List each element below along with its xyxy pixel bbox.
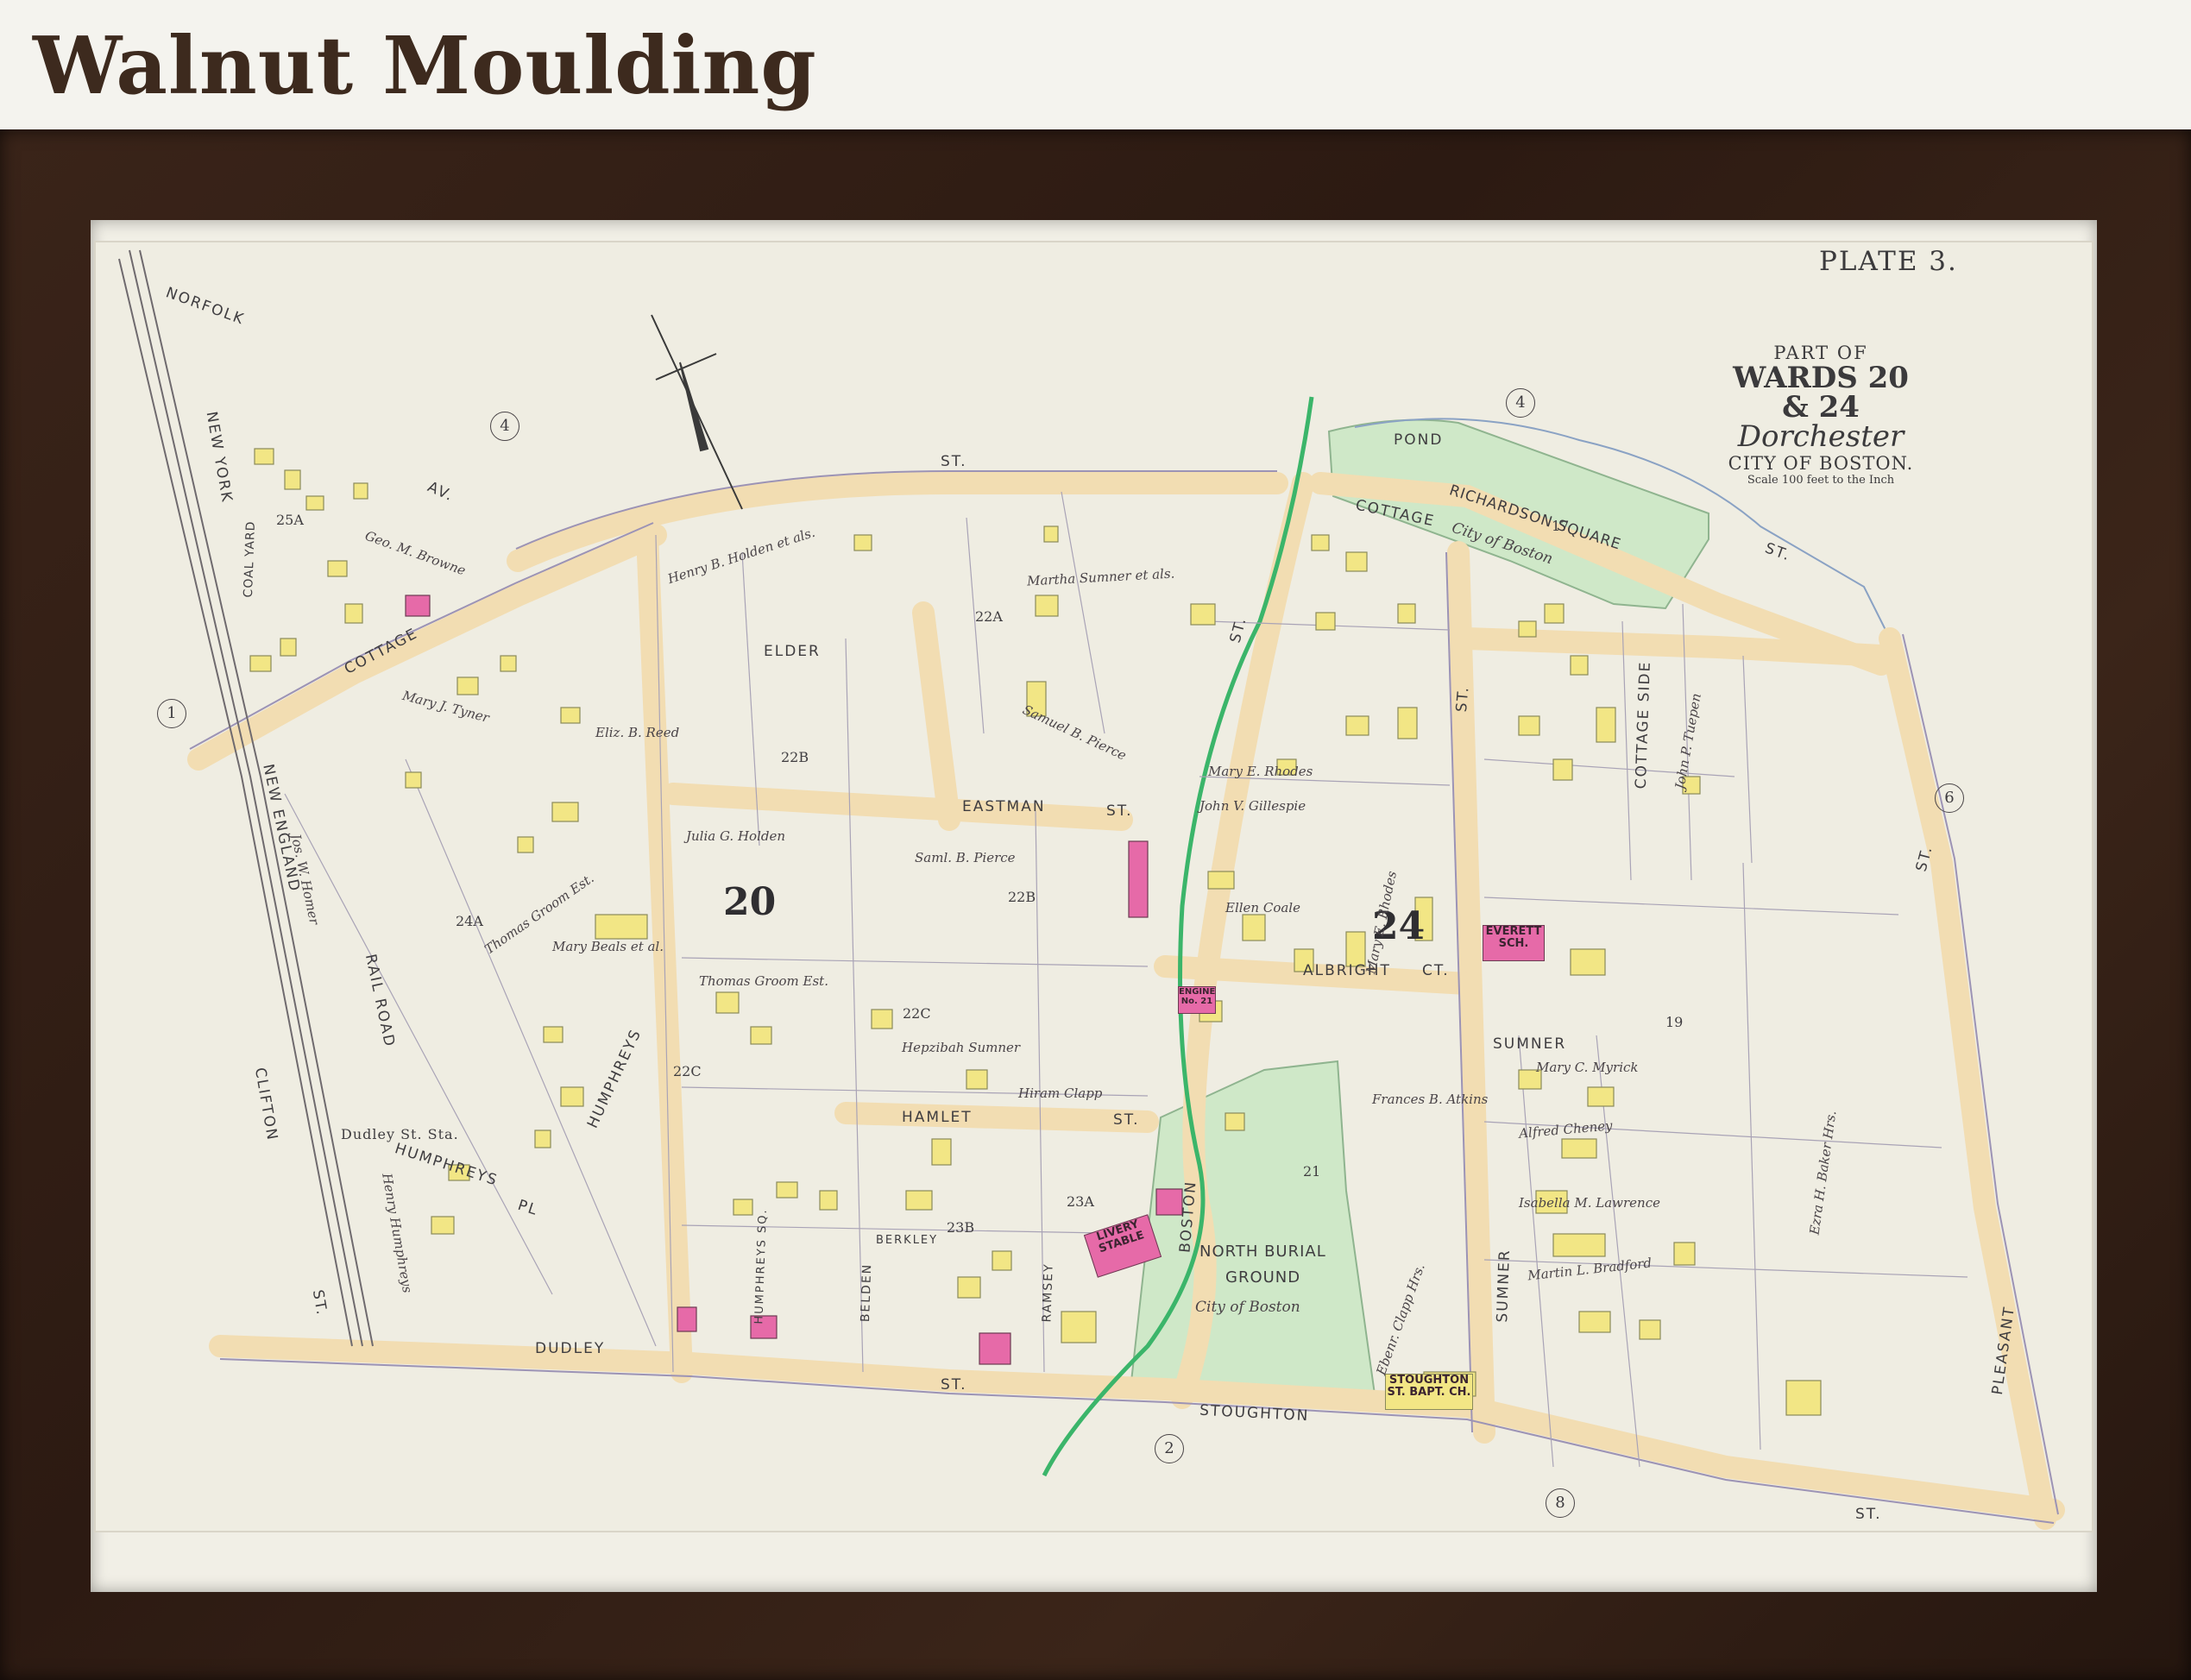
street-sumner: SUMNER [1494,1249,1514,1323]
circled-number: 1 [157,699,186,728]
lot-number: 17 [1552,518,1570,534]
stoughton-baptist-church: STOUGHTON ST. BAPT. CH. [1385,1374,1473,1410]
lot-number: 22A [975,608,1003,625]
owner-label: John V. Gillespie [1199,798,1306,814]
lot-number: 23A [1067,1193,1094,1210]
street-pond: POND [1394,431,1444,449]
title-wards: WARDS 20 & 24 [1733,361,1909,425]
lot-number: 21 [1303,1163,1321,1180]
street-ramsey: RAMSEY [1040,1262,1056,1323]
everett-school: EVERETT SCH. [1483,925,1545,961]
owner-label: Thomas Groom Est. [699,973,828,989]
ground-label: GROUND [1225,1268,1301,1287]
street-sumner-st: ST. [1452,684,1473,714]
owner-label: Frances B. Atkins [1372,1092,1489,1107]
lot-number: 25A [276,512,304,528]
owner-label: Mary Beals et al. [552,939,664,954]
owner-label: Julia G. Holden [686,828,786,844]
owner-label: Hiram Clapp [1018,1085,1103,1101]
owner-label: Isabella M. Lawrence [1519,1195,1660,1211]
owner-label: Saml. B. Pierce [915,850,1016,865]
owner-label: Hepzibah Sumner [902,1040,1021,1055]
street-dudley-st: ST. [941,1376,967,1394]
circled-number: 8 [1546,1488,1575,1518]
street-belden: BELDEN [858,1262,875,1323]
circled-number: 4 [1506,388,1535,418]
map-title-block: PART OF WARDS 20 & 24 Dorchester CITY OF… [1717,343,1924,487]
circled-number: 6 [1935,783,1964,813]
owner-label: Eliz. B. Reed [595,725,680,740]
title-scale: Scale 100 feet to the Inch [1747,473,1895,487]
north-burial-label: NORTH BURIAL [1199,1243,1326,1261]
ward-20-label: 20 [723,880,777,924]
burial-owner: City of Boston [1195,1299,1300,1316]
title-city: CITY OF BOSTON. [1728,452,1914,474]
street-hamlet-st: ST. [1113,1111,1140,1129]
circled-number: 4 [490,412,519,441]
title-district: Dorchester [1737,419,1905,454]
owner-label: Mary E. Rhodes [1208,764,1313,779]
lot-number: 24A [456,913,483,929]
lot-number: 22C [673,1063,702,1079]
lot-number: 23B [947,1219,975,1236]
engine-house: ENGINE No. 21 [1178,986,1216,1014]
street-st: ST. [941,453,967,470]
street-eastman: EASTMAN [962,798,1046,815]
street-stoughton-st: ST. [1855,1506,1882,1523]
street-dudley: DUDLEY [535,1340,606,1357]
plate-number: PLATE 3. [1819,246,1958,277]
lot-number: 19 [1665,1014,1684,1030]
street-eastman-st: ST. [1106,802,1133,820]
street-berkley: BERKLEY [876,1234,939,1247]
street-hamlet: HAMLET [902,1109,973,1126]
lot-number: 22B [1008,889,1036,905]
street-sumner-ct: SUMNER [1493,1035,1567,1053]
lot-number: 22B [781,749,809,765]
owner-label: Ellen Coale [1225,900,1300,916]
coal-yard-label: COAL YARD [241,520,259,598]
dudley-station-label: Dudley St. Sta. [341,1126,459,1142]
street-elder: ELDER [764,643,821,660]
owner-label: Mary C. Myrick [1536,1060,1639,1075]
circled-number: 2 [1155,1434,1184,1463]
street-albright-ct: CT. [1422,962,1450,979]
lot-number: 22C [903,1005,931,1022]
